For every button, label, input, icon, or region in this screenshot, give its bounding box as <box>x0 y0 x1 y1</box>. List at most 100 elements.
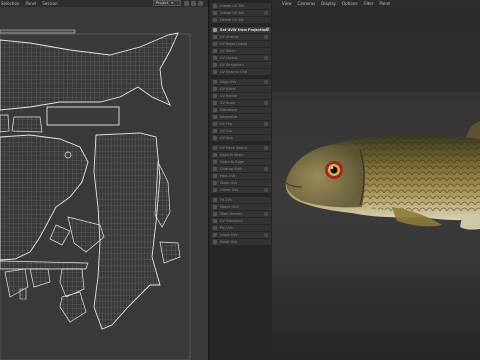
gear-icon[interactable]: ⚙ <box>266 27 270 33</box>
tool-item[interactable]: UV Snap to Grid <box>211 69 271 75</box>
tool-item[interactable]: Delete UV Set <box>211 17 271 23</box>
3d-viewport[interactable] <box>272 7 480 360</box>
options-icon[interactable] <box>264 233 268 237</box>
tool-item-label: UV Move Seams <box>220 146 248 150</box>
tool-item[interactable]: UV Stitch <box>211 48 271 54</box>
tool-item[interactable]: UV Sew <box>211 135 271 141</box>
options-icon[interactable] <box>264 56 268 60</box>
uv-layout-drawing <box>0 29 191 360</box>
options-icon[interactable] <box>264 146 268 150</box>
tool-item-label: Set UVW from Projection <box>220 28 268 32</box>
tool-item-label: Normalize <box>220 115 238 119</box>
menu-panel[interactable]: Panel <box>25 1 36 6</box>
tool-item[interactable]: UV Move Seams <box>211 145 271 151</box>
tool-item-label: UV Flip <box>220 122 232 126</box>
options-icon[interactable] <box>264 11 268 15</box>
options-icon[interactable] <box>264 188 268 192</box>
grid-toggle-icon[interactable] <box>198 1 203 6</box>
tool-item[interactable]: Unwrap Shell <box>211 166 271 172</box>
tool-item[interactable]: Edge to Seam <box>211 152 271 158</box>
tool-item-label: Edge to Seam <box>220 153 244 157</box>
tool-item-label: Pack UVs <box>220 174 236 178</box>
tool-item-label: Align UVs <box>220 80 237 84</box>
tool-item-label: Create UV Tile <box>220 4 245 8</box>
tool-item-label: UV Scale <box>220 101 236 105</box>
uv-shell-rect <box>46 106 120 126</box>
tool-item[interactable]: UV Straighten <box>211 62 271 68</box>
uv-editor-menubar: Selection Panel Session Project ▾ <box>0 0 208 7</box>
tool-item-label: UV Sew <box>220 136 233 140</box>
tool-item[interactable]: Distribute <box>211 107 271 113</box>
fish-render <box>272 7 480 360</box>
tool-icon <box>213 115 217 119</box>
tool-item[interactable]: UV Rotate <box>211 93 271 99</box>
tool-item[interactable]: Pin UVs <box>211 225 271 231</box>
tool-item-label: UV Unwrap <box>220 35 239 39</box>
tool-item-label: UV Cut <box>220 129 232 133</box>
menu-display[interactable]: Display <box>321 1 336 6</box>
tool-item[interactable]: Create UV Set <box>211 10 271 16</box>
tool-icon <box>213 28 217 32</box>
tool-icon <box>213 153 217 157</box>
menu-options[interactable]: Options <box>342 1 357 6</box>
tool-item-label: Pin UVs <box>220 226 233 230</box>
uv-shell-fin-4 <box>159 241 181 264</box>
tool-item-label: Stack UVs <box>220 181 238 185</box>
options-icon[interactable] <box>264 35 268 39</box>
uv-shell-strip-2 <box>0 260 89 270</box>
options-icon[interactable] <box>264 101 268 105</box>
tool-item-label: Seam to Edge <box>220 160 244 164</box>
tool-icon <box>213 70 217 74</box>
menu-session[interactable]: Session <box>42 1 57 6</box>
options-icon[interactable] <box>264 167 268 171</box>
options-icon[interactable] <box>264 212 268 216</box>
menu-cameras[interactable]: Cameras <box>298 1 316 6</box>
tool-item-label: UV Straighten <box>220 63 244 67</box>
uv-shell-fin-1 <box>154 160 171 228</box>
tool-item[interactable]: UV Relax Unfold <box>211 41 271 47</box>
tool-icon <box>213 198 217 202</box>
menu-panel-viewport[interactable]: Panel <box>379 1 390 6</box>
tool-item[interactable]: Seam to Edge <box>211 159 271 165</box>
tool-icon <box>213 49 217 53</box>
tool-icon <box>213 174 217 178</box>
tool-item[interactable]: Match Grid <box>211 204 271 210</box>
tool-item-label: Delete UV Set <box>220 18 244 22</box>
tool-item[interactable]: Texel Density <box>211 211 271 217</box>
tool-item[interactable]: Reset UVs <box>211 239 271 245</box>
project-dropdown[interactable]: Project ▾ <box>153 0 181 6</box>
tool-item[interactable]: UV Flip <box>211 121 271 127</box>
menu-selection[interactable]: Selection <box>1 1 19 6</box>
view-toggle-icon[interactable] <box>184 1 189 6</box>
tool-item[interactable]: Stack UVs <box>211 180 271 186</box>
tool-item[interactable]: UV Mirror <box>211 86 271 92</box>
menu-filter[interactable]: Filter <box>363 1 373 6</box>
fish-scales <box>352 135 480 214</box>
tool-icon <box>213 11 217 15</box>
fish-eye-highlight <box>330 166 334 170</box>
tool-item[interactable]: UV Transform <box>211 218 271 224</box>
tool-item[interactable]: Orient UVs <box>211 187 271 193</box>
tool-item[interactable]: Unpin UVs <box>211 232 271 238</box>
tool-item[interactable]: UV Unwrap <box>211 34 271 40</box>
tool-item[interactable]: UV Cut <box>211 128 271 134</box>
tool-item[interactable]: Fit UVs <box>211 197 271 203</box>
tool-item[interactable]: Pack UVs <box>211 173 271 179</box>
tool-item-label: Match Grid <box>220 205 239 209</box>
tool-item[interactable]: UV Layout <box>211 55 271 61</box>
tool-item[interactable]: Align UVs <box>211 79 271 85</box>
options-icon[interactable] <box>264 80 268 84</box>
menu-view[interactable]: View <box>282 1 292 6</box>
tool-icon <box>213 80 217 84</box>
tool-item[interactable]: Create UV Tile <box>211 3 271 9</box>
tool-item-label: UV Snap to Grid <box>220 70 248 74</box>
tool-icon <box>213 212 217 216</box>
fit-view-icon[interactable] <box>191 1 196 6</box>
tool-item[interactable]: Set UVW from Projection ⚙ <box>211 27 271 33</box>
tool-item-label: Reset UVs <box>220 240 238 244</box>
tool-item[interactable]: UV Scale <box>211 100 271 106</box>
uv-editor-canvas[interactable] <box>0 7 208 360</box>
options-icon[interactable] <box>264 122 268 126</box>
tool-icon <box>213 205 217 209</box>
tool-item[interactable]: Normalize <box>211 114 271 120</box>
